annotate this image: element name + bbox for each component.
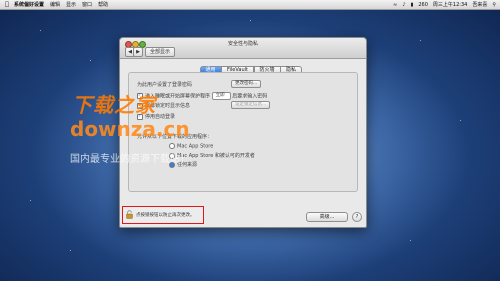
- battery-icon[interactable]: ▮: [411, 2, 414, 8]
- menu-edit[interactable]: 编辑: [50, 1, 60, 8]
- advanced-button[interactable]: 高级...: [306, 212, 348, 222]
- app-store-radio[interactable]: [169, 143, 175, 149]
- menu-window[interactable]: 窗口: [82, 1, 92, 8]
- apple-menu-icon[interactable]: : [0, 1, 14, 8]
- spotlight-icon[interactable]: ⚲: [492, 2, 496, 8]
- menu-bar:  系统偏好设置 编辑 显示 窗口 帮助 ≈ ♪ ▮ 260 周三上午12:34…: [0, 0, 500, 10]
- require-password-row: 进入睡眠或开始屏幕保护程序 立即 后要求输入密码: [137, 92, 267, 100]
- menubar-clock[interactable]: 周三上午12:34: [433, 1, 467, 8]
- watermark-url: downza.cn: [70, 117, 190, 141]
- watermark-logo: 下载之家: [72, 93, 156, 117]
- window-titlebar: 安全性与隐私 ◀ ▶ 全部显示: [120, 38, 366, 59]
- password-status-label: 为此用户设置了登录密码: [137, 82, 193, 88]
- lock-area[interactable]: 点按锁按钮以防止再次更改。: [122, 206, 204, 224]
- require-password-select[interactable]: 立即: [211, 92, 231, 100]
- volume-icon[interactable]: ♪: [402, 2, 405, 8]
- forward-button[interactable]: ▶: [133, 47, 143, 57]
- window-title: 安全性与隐私: [227, 41, 258, 47]
- menubar-user[interactable]: 吾来喜: [472, 1, 487, 8]
- lock-message: 点按锁按钮以防止再次更改。: [136, 213, 195, 218]
- require-password-suffix: 后要求输入密码: [232, 93, 268, 100]
- menu-view[interactable]: 显示: [66, 1, 76, 8]
- battery-level: 260: [418, 1, 428, 8]
- set-lock-message-button[interactable]: 设定锁定信息...: [231, 101, 271, 109]
- watermark-slogan: 国内最专业的资源下载站！: [70, 154, 190, 165]
- show-all-button[interactable]: 全部显示: [145, 47, 175, 57]
- allow-app-store-option: Mac App Store: [169, 143, 213, 150]
- lock-icon[interactable]: [126, 210, 133, 219]
- menu-help[interactable]: 帮助: [98, 1, 108, 8]
- wifi-icon[interactable]: ≈: [393, 2, 397, 8]
- help-button[interactable]: ?: [352, 212, 362, 222]
- menu-app-name[interactable]: 系统偏好设置: [14, 1, 44, 8]
- change-password-button[interactable]: 更改密码...: [231, 80, 262, 88]
